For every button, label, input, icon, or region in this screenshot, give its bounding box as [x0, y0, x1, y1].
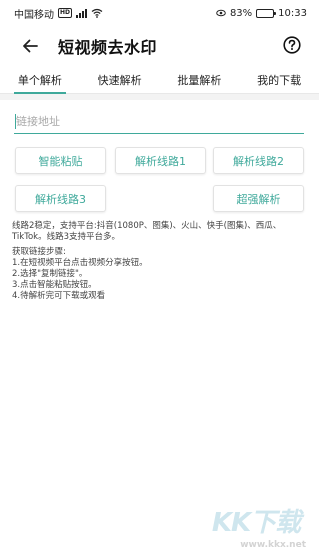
smart-paste-button[interactable]: 智能粘贴 — [15, 147, 106, 174]
tab-batch-parse[interactable]: 批量解析 — [160, 66, 240, 93]
watermark-logo: KK下载 — [211, 508, 301, 538]
carrier-label: 中国移动 — [14, 9, 54, 21]
steps-title: 获取链接步骤: — [12, 247, 66, 257]
step-item: 1.在短视频平台点击视频分享按钮。 — [12, 258, 148, 268]
app-header: 短视频去水印 — [0, 26, 319, 66]
site-watermark: KK下载 www.kkx.net — [200, 508, 312, 556]
arrow-left-icon — [23, 39, 38, 53]
watermark-url: www.kkx.net — [240, 540, 306, 550]
step-item: 4.待解析完可下载或观看 — [12, 291, 106, 301]
link-input[interactable] — [14, 110, 304, 133]
signal-icon — [76, 8, 88, 18]
eye-comfort-icon — [216, 9, 226, 17]
status-bar: 中国移动 HD 83% 10:33 — [0, 0, 319, 26]
link-input-wrapper — [14, 110, 304, 134]
battery-percent: 83% — [229, 7, 253, 19]
battery-icon — [256, 8, 277, 18]
status-left: 中国移动 HD — [14, 6, 103, 21]
parse-line2-button[interactable]: 解析线路2 — [213, 147, 304, 174]
parse-line3-button[interactable]: 解析线路3 — [15, 185, 106, 212]
page-title: 短视频去水印 — [58, 38, 158, 57]
tab-quick-parse[interactable]: 快速解析 — [80, 66, 160, 93]
step-item: 3.点击智能粘贴按钮。 — [12, 280, 97, 290]
tab-bar: 单个解析 快速解析 批量解析 我的下载 — [0, 66, 319, 94]
question-circle-icon — [283, 36, 301, 54]
hd-badge: HD — [58, 8, 73, 18]
tab-my-downloads[interactable]: 我的下载 — [239, 66, 319, 93]
status-right: 83% 10:33 — [216, 8, 307, 19]
step-item: 2.选择"复制链接"。 — [12, 269, 88, 279]
tab-divider — [0, 94, 319, 100]
back-button[interactable] — [18, 34, 42, 58]
help-button[interactable] — [281, 34, 303, 56]
routes-info-text: 线路2稳定，支持平台:抖音(1080P、图集)、火山、快手(图集)、西瓜、Tik… — [12, 221, 282, 242]
parse-line1-button[interactable]: 解析线路1 — [115, 147, 206, 174]
text-cursor — [15, 114, 16, 129]
tab-single-parse[interactable]: 单个解析 — [0, 66, 80, 94]
super-parse-button[interactable]: 超强解析 — [213, 185, 304, 212]
clock: 10:33 — [278, 7, 307, 19]
wifi-icon — [91, 8, 103, 18]
app-screen: 中国移动 HD 83% 10:33 短视频去水印 单个解析 快速解析 批量解析 … — [0, 0, 319, 560]
